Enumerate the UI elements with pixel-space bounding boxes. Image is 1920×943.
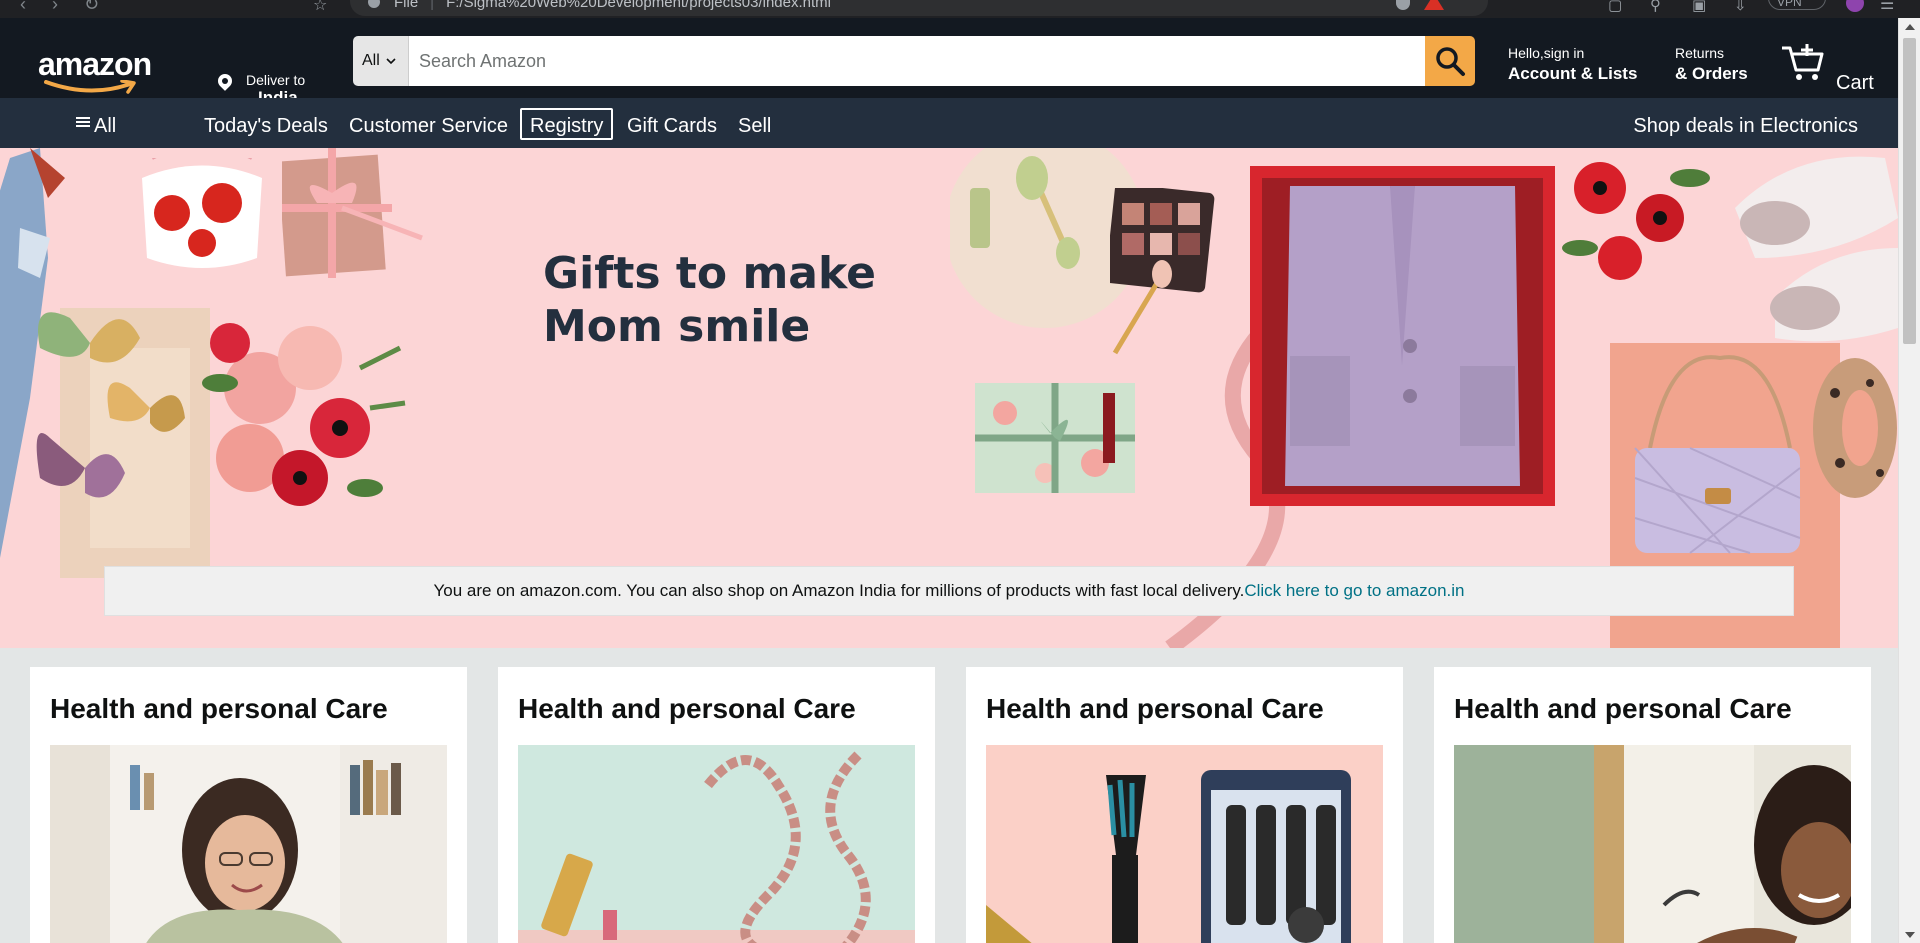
page-scrollbar[interactable] bbox=[1898, 18, 1920, 943]
sidebar-icon[interactable]: ▢ bbox=[1608, 0, 1622, 14]
back-icon[interactable]: ‹ bbox=[20, 0, 26, 15]
nav-promo-electronics[interactable]: Shop deals in Electronics bbox=[1623, 108, 1868, 140]
sneakers-image bbox=[1735, 156, 1898, 342]
quilted-purse-image bbox=[1634, 355, 1801, 554]
cart-label: Cart bbox=[1836, 72, 1874, 94]
reload-icon[interactable]: ↻ bbox=[84, 0, 99, 15]
hero-headline: Gifts to make Mom smile bbox=[543, 247, 876, 353]
search-category-select[interactable]: All bbox=[353, 36, 409, 86]
url-prefix: File bbox=[394, 0, 419, 11]
browser-nav-buttons: ‹ › ↻ bbox=[20, 0, 99, 15]
red-roses-image bbox=[1562, 162, 1710, 280]
account-menu[interactable]: Hello,sign in Account & Lists bbox=[1508, 45, 1637, 84]
search-bar: All bbox=[353, 36, 1475, 86]
nav-item-gift-cards[interactable]: Gift Cards bbox=[617, 108, 727, 140]
smile-arrow-icon bbox=[44, 80, 136, 94]
floral-gift-image bbox=[975, 383, 1135, 493]
scroll-down-icon[interactable] bbox=[1905, 932, 1915, 938]
hamburger-icon bbox=[76, 115, 90, 129]
address-bar[interactable]: File | F:/Sigma%20Web%20Development/projec… bbox=[350, 0, 1488, 16]
search-button[interactable] bbox=[1425, 36, 1475, 86]
search-icon bbox=[1436, 47, 1465, 76]
category-card[interactable]: Health and personal Care bbox=[30, 667, 467, 943]
deliver-label: Deliver to bbox=[246, 72, 306, 88]
amazon-india-link[interactable]: Click here to go to amazon.in bbox=[1244, 581, 1464, 601]
cart-icon bbox=[1782, 44, 1824, 80]
nav-bar: All Today's Deals Customer Service Regis… bbox=[0, 98, 1898, 148]
nav-all-menu[interactable]: All bbox=[66, 108, 126, 140]
scrunchie-image bbox=[1813, 358, 1897, 498]
hero-headline-line2: Mom smile bbox=[543, 301, 811, 352]
vpn-label: VPN bbox=[1777, 0, 1802, 9]
forward-icon[interactable]: › bbox=[52, 0, 58, 15]
scroll-up-icon[interactable] bbox=[1905, 24, 1915, 30]
search-category-value: All bbox=[362, 52, 380, 69]
hero-banner[interactable]: Gifts to make Mom smile You are on amazo… bbox=[0, 148, 1898, 648]
card-title: Health and personal Care bbox=[50, 693, 388, 724]
returns-orders-link[interactable]: Returns & Orders bbox=[1675, 45, 1748, 84]
card-image-woman-studying bbox=[50, 745, 447, 943]
site-header: amazon Deliver to India All Hello,sign i… bbox=[0, 18, 1898, 107]
scrollbar-thumb[interactable] bbox=[1903, 38, 1916, 344]
wallet-icon[interactable]: ▣ bbox=[1692, 0, 1706, 14]
amazon-india-notice: You are on amazon.com. You can also shop… bbox=[104, 566, 1794, 616]
gift-box-image bbox=[282, 148, 423, 278]
nav-item-sell[interactable]: Sell bbox=[728, 108, 781, 140]
brave-rewards-icon[interactable] bbox=[1424, 0, 1444, 10]
browser-menu-icon[interactable]: ☰ bbox=[1880, 0, 1894, 14]
card-image-woman-smiling bbox=[1454, 745, 1851, 943]
category-card[interactable]: Health and personal Care bbox=[1434, 667, 1871, 943]
category-card[interactable]: Health and personal Care bbox=[966, 667, 1403, 943]
card-title: Health and personal Care bbox=[1454, 693, 1792, 724]
bookmark-star-icon[interactable]: ☆ bbox=[313, 0, 327, 15]
nav-item-customer-service[interactable]: Customer Service bbox=[339, 108, 518, 140]
category-cards: Health and personal Care Health and pers… bbox=[30, 667, 1871, 943]
amazon-logo[interactable]: amazon bbox=[38, 46, 158, 94]
location-pin-icon bbox=[215, 71, 235, 91]
profile-avatar[interactable] bbox=[1846, 0, 1864, 12]
site-info-icon[interactable] bbox=[368, 0, 380, 8]
butterfly-decor-image bbox=[36, 312, 185, 498]
account-label: Account & Lists bbox=[1508, 64, 1638, 83]
nav-item-registry[interactable]: Registry bbox=[520, 108, 614, 140]
nav-item-todays-deals[interactable]: Today's Deals bbox=[194, 108, 338, 140]
orders-label: & Orders bbox=[1675, 64, 1748, 83]
vpn-button[interactable]: VPN bbox=[1768, 0, 1826, 10]
url-text: F:/Sigma%20Web%20Development/projects03/… bbox=[446, 0, 831, 11]
card-title: Health and personal Care bbox=[518, 693, 856, 724]
mug-image bbox=[142, 158, 262, 268]
search-input[interactable] bbox=[409, 36, 1425, 86]
shield-icon[interactable] bbox=[1396, 0, 1410, 10]
address-bar-icons bbox=[1396, 0, 1444, 10]
logo-wordmark: amazon bbox=[38, 46, 152, 82]
category-card[interactable]: Health and personal Care bbox=[498, 667, 935, 943]
chevron-down-icon bbox=[386, 57, 396, 64]
downloads-icon[interactable]: ⇩ bbox=[1734, 0, 1747, 14]
account-greeting: Hello,sign in bbox=[1508, 45, 1585, 61]
flower-bouquet-image bbox=[202, 323, 406, 506]
hero-headline-line1: Gifts to make bbox=[543, 248, 876, 299]
nav-all-label: All bbox=[94, 115, 117, 137]
extensions-icon[interactable]: ⚲ bbox=[1650, 0, 1661, 14]
notice-text: You are on amazon.com. You can also shop… bbox=[433, 581, 1245, 600]
card-title: Health and personal Care bbox=[986, 693, 1324, 724]
card-image-chain-purse bbox=[518, 745, 915, 943]
returns-label: Returns bbox=[1675, 45, 1725, 61]
browser-toolbar: ‹ › ↻ ☆ File | F:/Sigma%20Web%20Developmen… bbox=[0, 0, 1920, 18]
cart-button[interactable]: Cart bbox=[1780, 42, 1880, 94]
card-image-toothbrushes bbox=[986, 745, 1383, 943]
cardigan-box-image bbox=[1250, 166, 1555, 506]
